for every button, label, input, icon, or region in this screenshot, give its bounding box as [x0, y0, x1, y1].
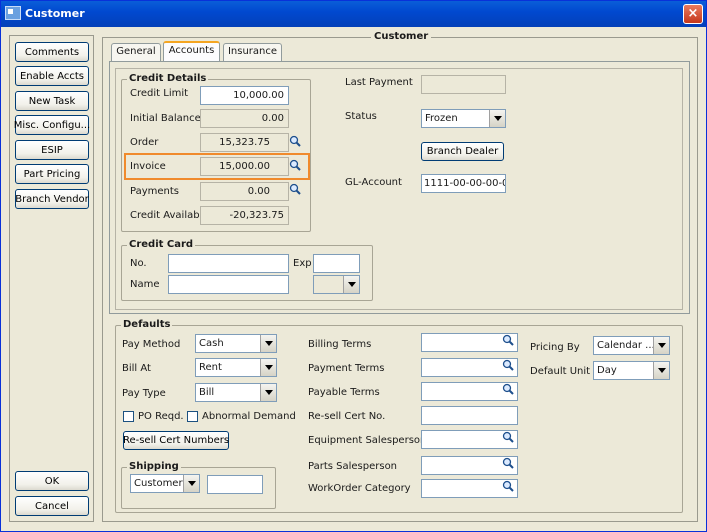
title-bar[interactable]: Customer × — [1, 1, 706, 27]
pricing-by-select[interactable]: Calendar ... — [593, 336, 670, 355]
gl-account-input[interactable]: 1111-00-00-00-00 — [421, 174, 506, 193]
shipping-input[interactable] — [207, 475, 263, 494]
defaults-title: Defaults — [121, 319, 173, 330]
chevron-down-icon[interactable] — [653, 362, 669, 379]
credit-available-label: Credit Available — [130, 210, 209, 221]
shipping-select[interactable]: Customer — [130, 474, 200, 493]
close-icon[interactable]: × — [683, 4, 703, 24]
workorder-category-label: WorkOrder Category — [308, 483, 411, 494]
shipping-value: Customer — [134, 478, 183, 489]
pricing-by-label: Pricing By — [530, 342, 580, 353]
credit-card-title: Credit Card — [127, 239, 196, 250]
payable-terms-label: Payable Terms — [308, 387, 380, 398]
chevron-down-icon[interactable] — [260, 335, 276, 352]
billing-terms-label: Billing Terms — [308, 339, 372, 350]
credit-limit-label: Credit Limit — [130, 88, 189, 99]
pay-type-select[interactable]: Bill — [195, 383, 277, 402]
chevron-down-icon[interactable] — [260, 384, 276, 401]
status-label: Status — [345, 111, 377, 122]
equipment-salesperson-search-icon[interactable] — [502, 431, 514, 443]
payments-search-icon[interactable] — [289, 183, 301, 195]
payments-field: 0.00 — [200, 182, 289, 201]
window-title: Customer — [25, 7, 85, 20]
card-name-input[interactable] — [168, 275, 289, 294]
card-no-label: No. — [130, 258, 147, 269]
app-icon — [5, 6, 21, 20]
bill-at-value: Rent — [199, 362, 222, 373]
order-label: Order — [130, 137, 159, 148]
chevron-down-icon[interactable] — [489, 110, 505, 127]
tab-general[interactable]: General — [111, 43, 161, 61]
chevron-down-icon[interactable] — [260, 359, 276, 376]
resell-cert-no-input[interactable] — [421, 406, 518, 425]
equipment-salesperson-label: Equipment Salesperson — [308, 435, 427, 446]
default-unit-value: Day — [597, 365, 617, 376]
payment-terms-search-icon[interactable] — [502, 359, 514, 371]
order-field: 15,323.75 — [200, 133, 289, 152]
tab-insurance[interactable]: Insurance — [223, 43, 282, 61]
payable-terms-search-icon[interactable] — [502, 383, 514, 395]
ok-button[interactable]: OK — [15, 471, 89, 491]
billing-terms-search-icon[interactable] — [502, 334, 514, 346]
pay-method-select[interactable]: Cash — [195, 334, 277, 353]
payments-label: Payments — [130, 186, 179, 197]
pay-type-value: Bill — [199, 387, 215, 398]
workorder-category-search-icon[interactable] — [502, 480, 514, 492]
last-payment-field — [421, 75, 506, 94]
customer-window: Customer × Comments Enable Accts New Tas… — [0, 0, 707, 532]
parts-salesperson-label: Parts Salesperson — [308, 461, 398, 472]
order-search-icon[interactable] — [289, 135, 301, 147]
shipping-title: Shipping — [127, 461, 181, 472]
cancel-button[interactable]: Cancel — [15, 496, 89, 516]
status-select[interactable]: Frozen — [421, 109, 506, 128]
bill-at-select[interactable]: Rent — [195, 358, 277, 377]
resell-cert-numbers-button[interactable]: Re-sell Cert Numbers — [123, 431, 229, 450]
pay-method-label: Pay Method — [122, 339, 181, 350]
enable-accts-button[interactable]: Enable Accts — [15, 66, 89, 86]
credit-details-title: Credit Details — [127, 73, 209, 84]
invoice-label: Invoice — [130, 161, 166, 172]
credit-available-field: -20,323.75 — [200, 206, 289, 225]
abnormal-demand-checkbox[interactable] — [187, 411, 198, 422]
tab-accounts[interactable]: Accounts — [163, 41, 220, 62]
default-unit-label: Default Unit — [530, 366, 591, 377]
section-title: Customer — [371, 31, 432, 42]
card-exp-label: Exp — [293, 258, 312, 269]
chevron-down-icon[interactable] — [183, 475, 199, 492]
initial-balance-field: 0.00 — [200, 109, 289, 128]
chevron-down-icon[interactable] — [343, 276, 359, 293]
part-pricing-button[interactable]: Part Pricing — [15, 164, 89, 184]
esip-button[interactable]: ESIP — [15, 140, 89, 160]
card-exp-input[interactable] — [313, 254, 360, 273]
card-type-select[interactable] — [313, 275, 360, 294]
pricing-by-value: Calendar ... — [597, 340, 655, 351]
po-reqd-checkbox[interactable] — [123, 411, 134, 422]
branch-dealer-button[interactable]: Branch Dealer — [421, 142, 504, 161]
gl-account-label: GL-Account — [345, 177, 402, 188]
last-payment-label: Last Payment — [345, 77, 413, 88]
new-task-button[interactable]: New Task — [15, 91, 89, 111]
pay-method-value: Cash — [199, 338, 224, 349]
po-reqd-label: PO Reqd. — [138, 411, 184, 422]
invoice-field: 15,000.00 — [200, 157, 289, 176]
status-value: Frozen — [425, 113, 458, 124]
branch-vendor-button[interactable]: Branch Vendor — [15, 189, 89, 209]
pay-type-label: Pay Type — [122, 388, 166, 399]
card-no-input[interactable] — [168, 254, 289, 273]
default-unit-select[interactable]: Day — [593, 361, 670, 380]
card-name-label: Name — [130, 279, 160, 290]
credit-limit-input[interactable]: 10,000.00 — [200, 86, 289, 105]
comments-button[interactable]: Comments — [15, 42, 89, 62]
invoice-search-icon[interactable] — [289, 159, 301, 171]
payment-terms-label: Payment Terms — [308, 363, 385, 374]
misc-configu-button[interactable]: Misc. Configu... — [14, 115, 90, 135]
chevron-down-icon[interactable] — [653, 337, 669, 354]
initial-balance-label: Initial Balance — [130, 113, 201, 124]
resell-cert-no-label: Re-sell Cert No. — [308, 411, 386, 422]
abnormal-demand-label: Abnormal Demand — [202, 411, 296, 422]
bill-at-label: Bill At — [122, 363, 151, 374]
parts-salesperson-search-icon[interactable] — [502, 457, 514, 469]
